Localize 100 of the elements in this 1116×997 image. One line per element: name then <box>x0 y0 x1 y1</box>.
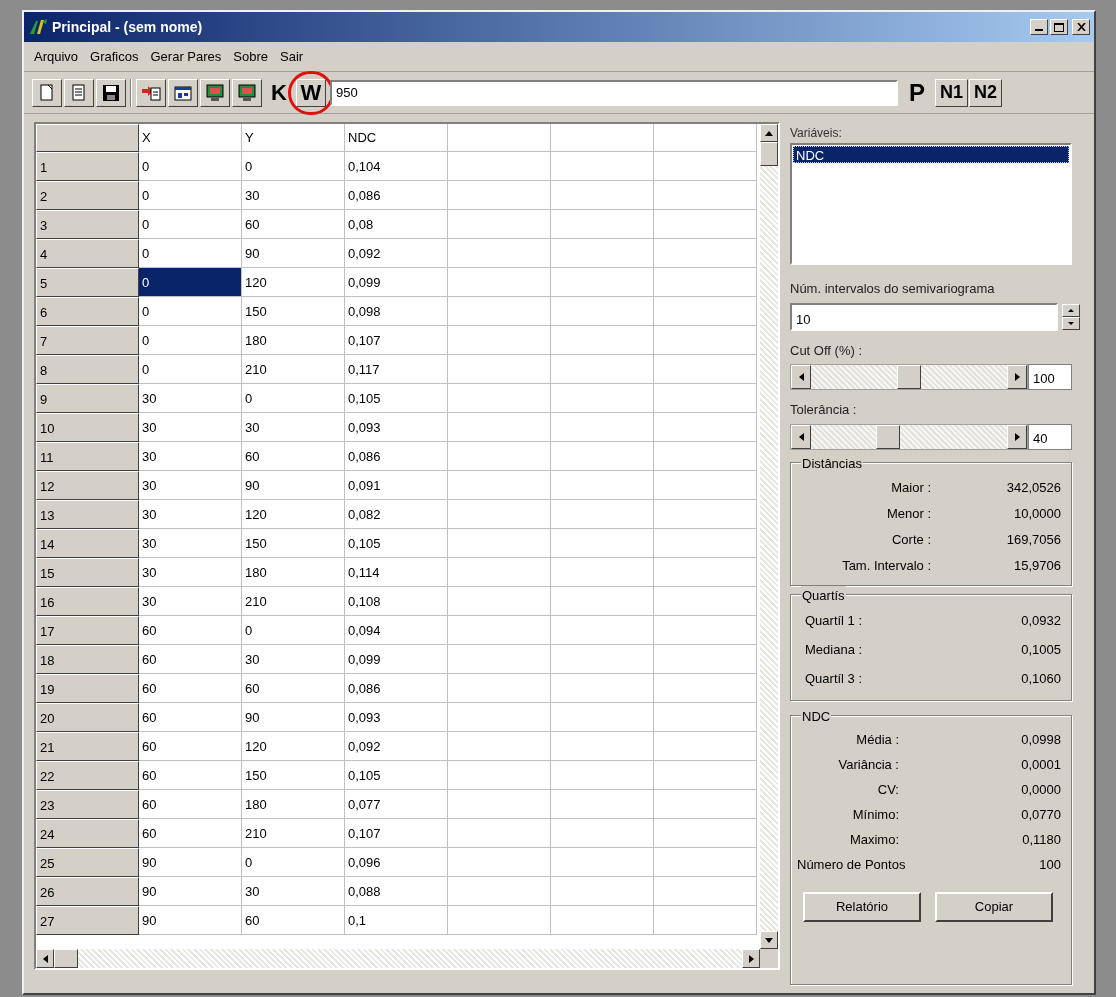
table-cell[interactable] <box>551 906 654 935</box>
table-cell[interactable]: 0,093 <box>345 413 448 442</box>
table-cell[interactable] <box>551 703 654 732</box>
table-cell[interactable] <box>551 848 654 877</box>
table-cell[interactable] <box>551 732 654 761</box>
table-cell[interactable]: 0,105 <box>345 529 448 558</box>
table-cell[interactable]: 0,098 <box>345 297 448 326</box>
table-cell[interactable]: 90 <box>139 848 242 877</box>
table-cell[interactable]: 0,104 <box>345 152 448 181</box>
table-cell[interactable] <box>551 210 654 239</box>
horizontal-scrollbar[interactable] <box>36 949 760 968</box>
row-header[interactable]: 3 <box>36 210 139 239</box>
table-cell[interactable] <box>448 819 551 848</box>
table-cell[interactable]: 60 <box>139 790 242 819</box>
slider-thumb[interactable] <box>876 424 901 449</box>
table-cell[interactable]: 0,117 <box>345 355 448 384</box>
table-cell[interactable]: 150 <box>242 297 345 326</box>
table-cell[interactable] <box>448 587 551 616</box>
menu-item[interactable]: Sair <box>274 46 310 67</box>
row-header[interactable]: 25 <box>36 848 139 877</box>
table-cell[interactable] <box>551 355 654 384</box>
table-cell[interactable] <box>551 645 654 674</box>
table-cell[interactable] <box>654 471 757 500</box>
menu-item[interactable]: Sobre <box>227 46 274 67</box>
value-field[interactable]: 40 <box>1028 423 1072 450</box>
table-cell[interactable]: 0,086 <box>345 181 448 210</box>
minimize-button[interactable] <box>1030 19 1048 35</box>
table-cell[interactable] <box>448 529 551 558</box>
table-cell[interactable]: 0 <box>139 181 242 210</box>
table-cell[interactable]: 0,105 <box>345 384 448 413</box>
table-cell[interactable] <box>448 616 551 645</box>
slider-right-button[interactable] <box>1007 424 1027 449</box>
table-cell[interactable] <box>654 239 757 268</box>
close-button[interactable] <box>1072 19 1090 35</box>
table-cell[interactable] <box>654 674 757 703</box>
table-cell[interactable]: 60 <box>139 732 242 761</box>
table-cell[interactable]: 60 <box>242 442 345 471</box>
table-cell[interactable] <box>448 645 551 674</box>
table-cell[interactable]: 0,093 <box>345 703 448 732</box>
table-cell[interactable]: 30 <box>139 558 242 587</box>
table-cell[interactable] <box>654 326 757 355</box>
table-cell[interactable]: 90 <box>139 906 242 935</box>
table-cell[interactable] <box>448 413 551 442</box>
table-cell[interactable] <box>551 297 654 326</box>
table-cell[interactable]: 210 <box>242 819 345 848</box>
table-cell[interactable] <box>551 413 654 442</box>
table-cell[interactable]: 0,086 <box>345 442 448 471</box>
table-cell[interactable] <box>448 384 551 413</box>
table-cell[interactable] <box>448 703 551 732</box>
table-cell[interactable] <box>448 181 551 210</box>
toolbar-button[interactable]: W <box>296 78 326 107</box>
toolbar-button[interactable]: N1 <box>935 78 968 107</box>
table-cell[interactable] <box>551 587 654 616</box>
table-cell[interactable] <box>448 326 551 355</box>
table-cell[interactable]: 60 <box>139 645 242 674</box>
row-header[interactable]: 23 <box>36 790 139 819</box>
table-cell[interactable] <box>654 761 757 790</box>
table-cell[interactable]: 30 <box>139 529 242 558</box>
table-cell[interactable] <box>654 152 757 181</box>
table-cell[interactable] <box>448 558 551 587</box>
row-header[interactable]: 8 <box>36 355 139 384</box>
table-cell[interactable] <box>448 848 551 877</box>
table-cell[interactable]: 0 <box>242 616 345 645</box>
column-header[interactable] <box>551 124 654 152</box>
table-cell[interactable]: 180 <box>242 558 345 587</box>
menu-item[interactable]: Arquivo <box>28 46 85 67</box>
table-cell[interactable] <box>448 761 551 790</box>
table-cell[interactable]: 0 <box>139 268 242 297</box>
table-cell[interactable] <box>654 413 757 442</box>
table-cell[interactable]: 60 <box>139 616 242 645</box>
table-cell[interactable]: 0 <box>242 152 345 181</box>
row-header[interactable]: 20 <box>36 703 139 732</box>
table-cell[interactable]: 0,105 <box>345 761 448 790</box>
table-cell[interactable]: 90 <box>242 471 345 500</box>
table-cell[interactable] <box>448 442 551 471</box>
toolbar-button[interactable] <box>200 78 230 107</box>
table-cell[interactable]: 30 <box>139 384 242 413</box>
row-header[interactable]: 21 <box>36 732 139 761</box>
table-cell[interactable] <box>551 761 654 790</box>
table-cell[interactable] <box>654 181 757 210</box>
table-cell[interactable]: 0,107 <box>345 326 448 355</box>
row-header[interactable]: 2 <box>36 181 139 210</box>
table-cell[interactable] <box>654 732 757 761</box>
table-cell[interactable] <box>448 732 551 761</box>
table-cell[interactable] <box>551 471 654 500</box>
table-cell[interactable]: 90 <box>242 703 345 732</box>
table-cell[interactable] <box>448 500 551 529</box>
table-cell[interactable]: 180 <box>242 790 345 819</box>
row-header[interactable]: 14 <box>36 529 139 558</box>
table-cell[interactable]: 0,108 <box>345 587 448 616</box>
table-cell[interactable] <box>551 819 654 848</box>
table-cell[interactable]: 0 <box>139 210 242 239</box>
row-header[interactable]: 24 <box>36 819 139 848</box>
table-cell[interactable] <box>448 210 551 239</box>
row-header[interactable]: 5 <box>36 268 139 297</box>
table-cell[interactable]: 0 <box>139 297 242 326</box>
table-cell[interactable]: 0 <box>139 152 242 181</box>
table-cell[interactable] <box>654 819 757 848</box>
table-cell[interactable]: 0,082 <box>345 500 448 529</box>
table-cell[interactable] <box>448 877 551 906</box>
